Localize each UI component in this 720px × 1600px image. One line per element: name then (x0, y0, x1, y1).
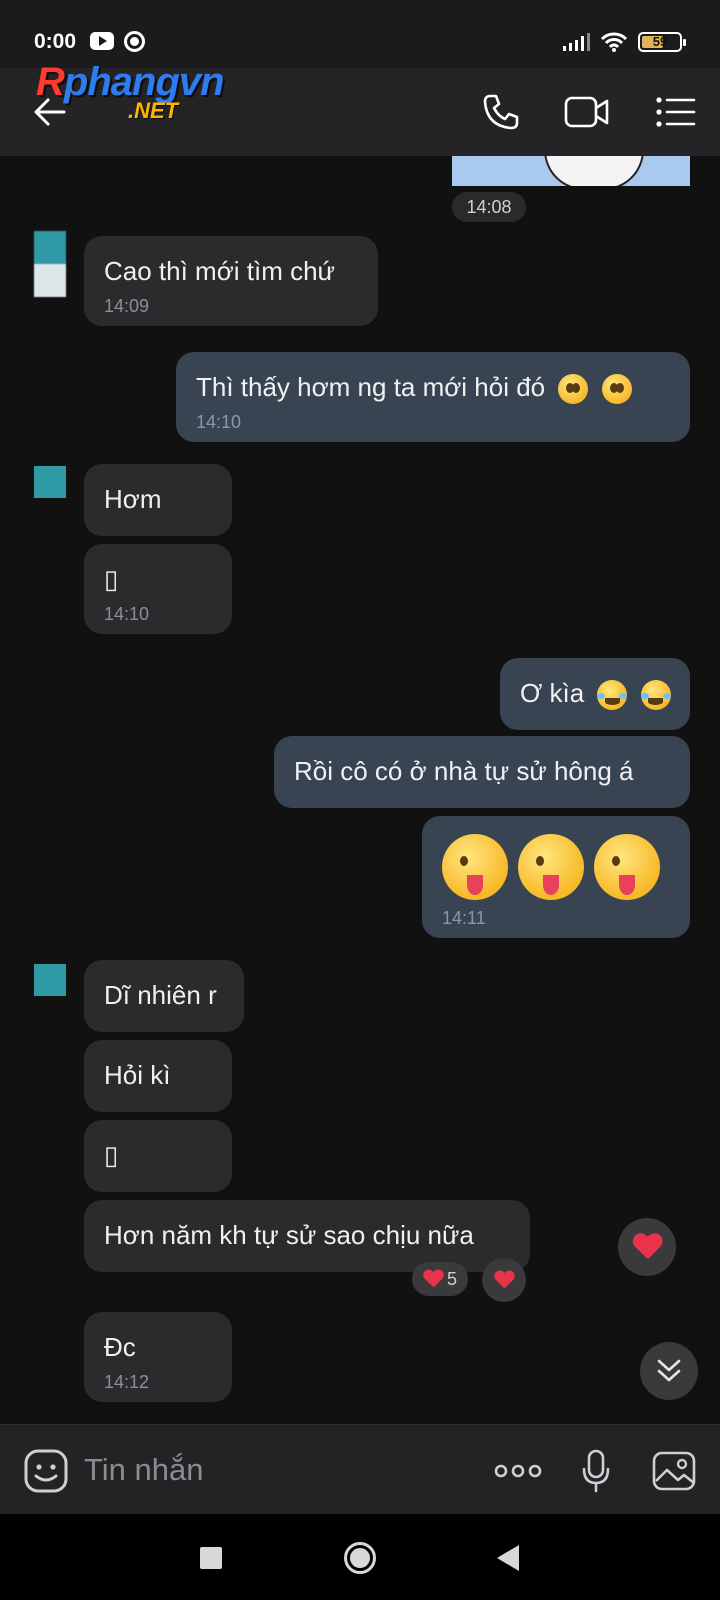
signal-icon (563, 33, 590, 51)
message-text: Ơ kìa (520, 678, 585, 708)
message-text-row: Ơ kìa (520, 678, 671, 711)
double-chevron-down-icon (657, 1359, 681, 1382)
chrome-icon (124, 31, 145, 52)
react-heart-button[interactable] (618, 1218, 676, 1276)
message-input[interactable]: Tin nhắn (84, 1452, 204, 1488)
status-bar: 0:00 59 (0, 0, 720, 68)
message-bubble-incoming[interactable]: Hơn năm kh tự sử sao chịu nữa (84, 1200, 530, 1272)
message-text: Hỏi kì (104, 1060, 171, 1090)
heart-icon (633, 1234, 662, 1260)
youtube-icon (90, 32, 114, 50)
message-text: Đc (104, 1332, 136, 1362)
message-text: Rồi cô có ở nhà tự sử hông á (294, 756, 634, 786)
message-text: Hơn năm kh tự sử sao chịu nữa (104, 1220, 474, 1250)
heart-icon (494, 1271, 514, 1289)
message-text: Hơm (104, 484, 162, 514)
message-bubble-incoming[interactable]: ▯ 14:10 (84, 544, 232, 634)
my-reaction[interactable] (482, 1258, 526, 1302)
wifi-icon (600, 32, 628, 52)
status-indicators: 59 (562, 30, 686, 54)
message-bubble-incoming[interactable]: Hơm (84, 464, 232, 536)
tears-of-joy-emoji (597, 680, 628, 711)
more-options-icon[interactable] (494, 1447, 542, 1495)
status-time: 0:00 (34, 30, 77, 53)
image-timestamp: 14:08 (452, 192, 526, 222)
message-text: Dĩ nhiên r (104, 980, 217, 1010)
scroll-to-bottom-button[interactable] (640, 1342, 698, 1400)
gallery-image-icon[interactable] (650, 1447, 698, 1495)
message-list[interactable]: 14:08 Cao thì mới tìm chứ 14:09 Thì thấy… (0, 156, 720, 1424)
message-bubble-incoming[interactable]: Dĩ nhiên r (84, 960, 244, 1032)
avatar[interactable] (34, 231, 66, 297)
avatar[interactable] (34, 466, 66, 498)
message-text: ▯ (104, 1140, 119, 1170)
hand-over-mouth-emoji (601, 374, 632, 405)
message-bubble-incoming[interactable]: ▯ (84, 1120, 232, 1192)
message-time: 14:12 (104, 1372, 150, 1392)
tears-of-joy-emoji (640, 680, 671, 711)
microphone-icon[interactable] (572, 1447, 620, 1495)
message-text: Thì thấy hơm ng ta mới hỏi đó (196, 372, 546, 402)
recents-square-icon[interactable] (193, 1540, 229, 1576)
battery-icon: 59 (638, 32, 686, 52)
reaction-summary[interactable]: 5 (412, 1262, 468, 1296)
reaction-count: 5 (446, 1268, 457, 1289)
message-bubble-outgoing[interactable]: Ơ kìa (500, 658, 690, 730)
message-bubble-outgoing[interactable]: Thì thấy hơm ng ta mới hỏi đó 14:10 (176, 352, 690, 442)
winking-tongue-emoji (518, 834, 584, 900)
heart-icon (423, 1270, 443, 1288)
message-time: 14:10 (104, 604, 150, 624)
winking-tongue-emoji (442, 834, 508, 900)
home-circle-icon[interactable] (342, 1540, 378, 1576)
message-text-row: Thì thấy hơm ng ta mới hỏi đó (196, 372, 632, 405)
system-navigation-bar (0, 1514, 720, 1600)
message-bubble-outgoing[interactable]: 14:11 (422, 816, 690, 938)
back-triangle-icon[interactable] (490, 1540, 526, 1576)
watermark-suffix: .NET (128, 98, 179, 123)
back-arrow-icon[interactable] (30, 92, 70, 132)
message-bubble-outgoing[interactable]: Rồi cô có ở nhà tự sử hông á (274, 736, 690, 808)
phone-icon[interactable] (477, 88, 525, 136)
hand-over-mouth-emoji (558, 374, 589, 405)
message-text: ▯ (104, 564, 119, 594)
image-message-fragment[interactable] (452, 156, 690, 186)
menu-list-icon[interactable] (652, 88, 700, 136)
message-text: Cao thì mới tìm chứ (104, 256, 335, 286)
winking-tongue-emoji (594, 834, 660, 900)
sticker-emoji-icon[interactable] (22, 1447, 70, 1495)
message-bubble-incoming[interactable]: Đc 14:12 (84, 1312, 232, 1402)
message-time: 14:09 (104, 296, 150, 316)
battery-level: 59 (652, 34, 668, 49)
avatar[interactable] (34, 964, 66, 996)
message-time: 14:11 (442, 908, 486, 928)
message-time: 14:10 (196, 412, 242, 432)
message-composer: Tin nhắn (0, 1424, 720, 1514)
message-bubble-incoming[interactable]: Cao thì mới tìm chứ 14:09 (84, 236, 378, 326)
message-bubble-incoming[interactable]: Hỏi kì (84, 1040, 232, 1112)
chat-header: Rphangvn .NET (0, 60, 720, 156)
video-call-icon[interactable] (563, 88, 611, 136)
emoji-row (442, 834, 660, 900)
